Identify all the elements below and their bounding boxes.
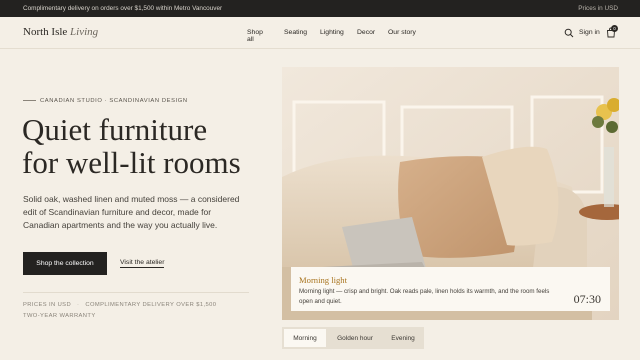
cart-count-badge: 0: [611, 25, 618, 32]
headline-line-1: Quiet furniture: [22, 112, 208, 147]
hero-meta-row: PRICES IN USD · COMPLIMENTARY DELIVERY OVE…: [23, 302, 216, 308]
meta-warranty: TWO-YEAR WARRANTY: [23, 313, 96, 319]
lede-line-2: edit of Scandinavian furniture and decor…: [23, 207, 212, 217]
nav-our-story[interactable]: Our story: [388, 29, 416, 36]
caption-time: 07:30: [573, 292, 601, 306]
shop-collection-button[interactable]: Shop the collection: [23, 252, 107, 275]
caption-title: Morning light: [299, 275, 347, 285]
announcement-message: Complimentary delivery on orders over $1…: [23, 5, 223, 12]
headline-line-2: for well-lit rooms: [22, 145, 241, 180]
nav-shop-all[interactable]: Shop all: [247, 29, 263, 43]
hero-divider: [23, 292, 249, 293]
tab-morning[interactable]: Morning: [284, 329, 326, 347]
eyebrow-text: CANADIAN STUDIO · SCANDINAVIAN DESIGN: [40, 98, 188, 104]
lede-line-1: Solid oak, washed linen and muted moss —…: [23, 194, 240, 204]
nav-decor[interactable]: Decor: [357, 29, 375, 36]
logo-main: North Isle: [23, 26, 68, 38]
hero-description: Solid oak, washed linen and muted moss —…: [23, 193, 253, 232]
logo-italic: Living: [70, 26, 99, 38]
search-icon[interactable]: [564, 28, 574, 38]
meta-delivery: COMPLIMENTARY DELIVERY OVER $1,500: [85, 302, 217, 308]
caption-text-line-2: open and quiet.: [299, 298, 342, 305]
eyebrow-divider: [23, 99, 36, 101]
sign-in-link[interactable]: Sign in: [579, 29, 600, 36]
brand-logo[interactable]: North Isle Living: [23, 26, 98, 38]
nav-lighting[interactable]: Lighting: [320, 29, 344, 36]
currency-selector[interactable]: Prices in USD: [578, 5, 618, 12]
lighting-tabs: Morning Golden hour Evening: [282, 327, 424, 349]
meta-prices: PRICES IN USD: [23, 302, 72, 308]
visit-atelier-link[interactable]: Visit the atelier: [120, 259, 165, 268]
hero-eyebrow: CANADIAN STUDIO · SCANDINAVIAN DESIGN: [23, 98, 188, 104]
announcement-bar: Complimentary delivery on orders over $1…: [0, 0, 640, 17]
lighting-caption-card: Morning light Morning light — crisp and …: [291, 267, 610, 311]
caption-text-line-1: Morning light — crisp and bright. Oak re…: [299, 288, 550, 295]
meta-separator: ·: [77, 302, 80, 308]
site-header: North Isle Living Shop all Seating Light…: [0, 17, 640, 49]
hero-headline: Quiet furniture for well-lit rooms: [22, 113, 272, 179]
nav-seating[interactable]: Seating: [284, 29, 307, 36]
tab-golden-hour[interactable]: Golden hour: [326, 329, 384, 347]
tab-evening[interactable]: Evening: [384, 329, 422, 347]
caption-text: Morning light — crisp and bright. Oak re…: [299, 287, 559, 307]
lede-line-3: Canadian apartments and the way you actu…: [23, 220, 218, 230]
